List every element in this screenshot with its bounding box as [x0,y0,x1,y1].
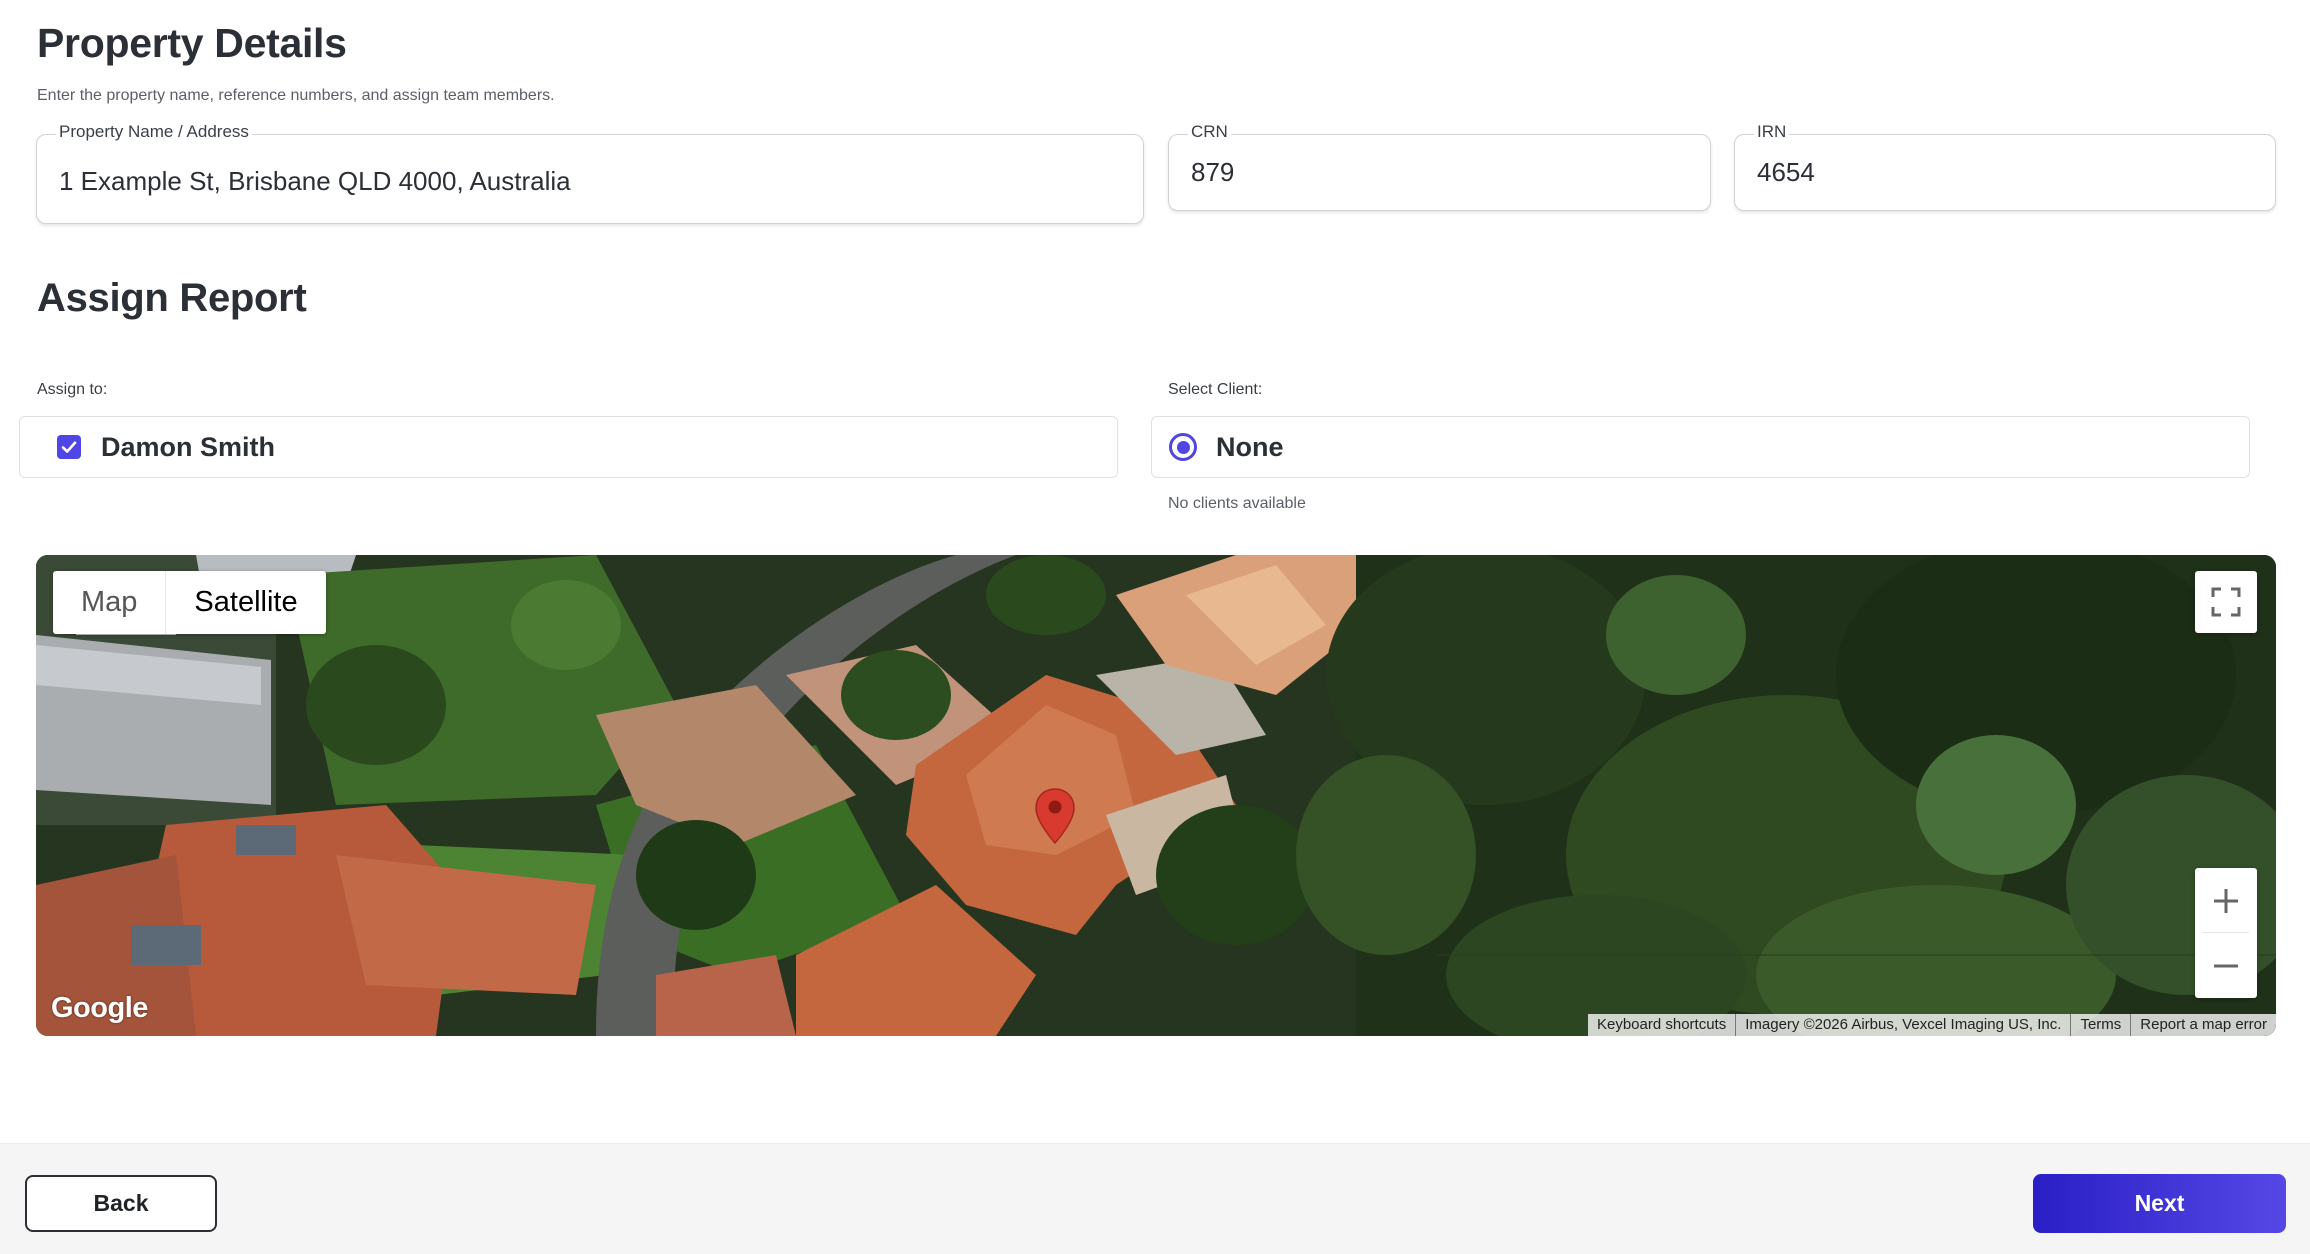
next-button[interactable]: Next [2033,1174,2286,1233]
crn-label: CRN [1188,122,1231,142]
client-option[interactable]: None [1151,416,2250,478]
irn-label: IRN [1754,122,1790,142]
map-type-control[interactable]: Map Satellite [53,571,326,634]
irn-input[interactable] [1757,152,2253,192]
address-label: Property Name / Address [56,122,252,142]
address-input[interactable] [59,161,1121,201]
irn-field[interactable]: IRN [1734,122,2276,211]
map-type-map-button[interactable]: Map [53,571,165,634]
client-name: None [1216,431,1284,462]
map-pin-icon[interactable] [1034,787,1076,845]
assign-to-label: Assign to: [37,381,108,398]
checkbox-checked-icon[interactable] [57,435,81,459]
keyboard-shortcuts-link[interactable]: Keyboard shortcuts [1588,1014,1735,1036]
plus-icon [2214,888,2238,913]
zoom-out-button[interactable] [2195,933,2257,998]
fullscreen-icon [2211,587,2241,617]
address-field[interactable]: Property Name / Address [36,122,1144,224]
assignee-option[interactable]: Damon Smith [19,416,1118,478]
select-client-label: Select Client: [1168,381,1263,398]
terms-link[interactable]: Terms [2070,1014,2130,1036]
client-hint: No clients available [1168,495,1306,512]
assignee-name: Damon Smith [101,431,276,462]
footer-bar: Back Next [0,1143,2310,1254]
google-logo: Google [51,992,148,1024]
zoom-divider [2203,932,2249,933]
page-subtitle: Enter the property name, reference numbe… [37,87,555,104]
zoom-control[interactable] [2195,868,2257,998]
assign-report-title: Assign Report [37,276,307,320]
map-view[interactable]: Map Satellite Google Keyboard shortcuts … [36,555,2276,1036]
page-title: Property Details [37,20,347,66]
satellite-imagery [36,555,2276,1036]
radio-selected-icon[interactable] [1169,433,1197,461]
radio-dot [1176,440,1190,454]
fullscreen-button[interactable] [2195,571,2257,633]
crn-input[interactable] [1191,152,1688,192]
map-attribution: Keyboard shortcuts Imagery ©2026 Airbus,… [1587,1014,2276,1036]
minus-icon [2214,964,2238,967]
imagery-credit: Imagery ©2026 Airbus, Vexcel Imaging US,… [1735,1014,2070,1036]
back-button[interactable]: Back [25,1175,217,1232]
zoom-in-button[interactable] [2195,868,2257,933]
map-type-satellite-button[interactable]: Satellite [165,571,325,634]
crn-field[interactable]: CRN [1168,122,1711,211]
report-map-error-link[interactable]: Report a map error [2130,1014,2276,1036]
